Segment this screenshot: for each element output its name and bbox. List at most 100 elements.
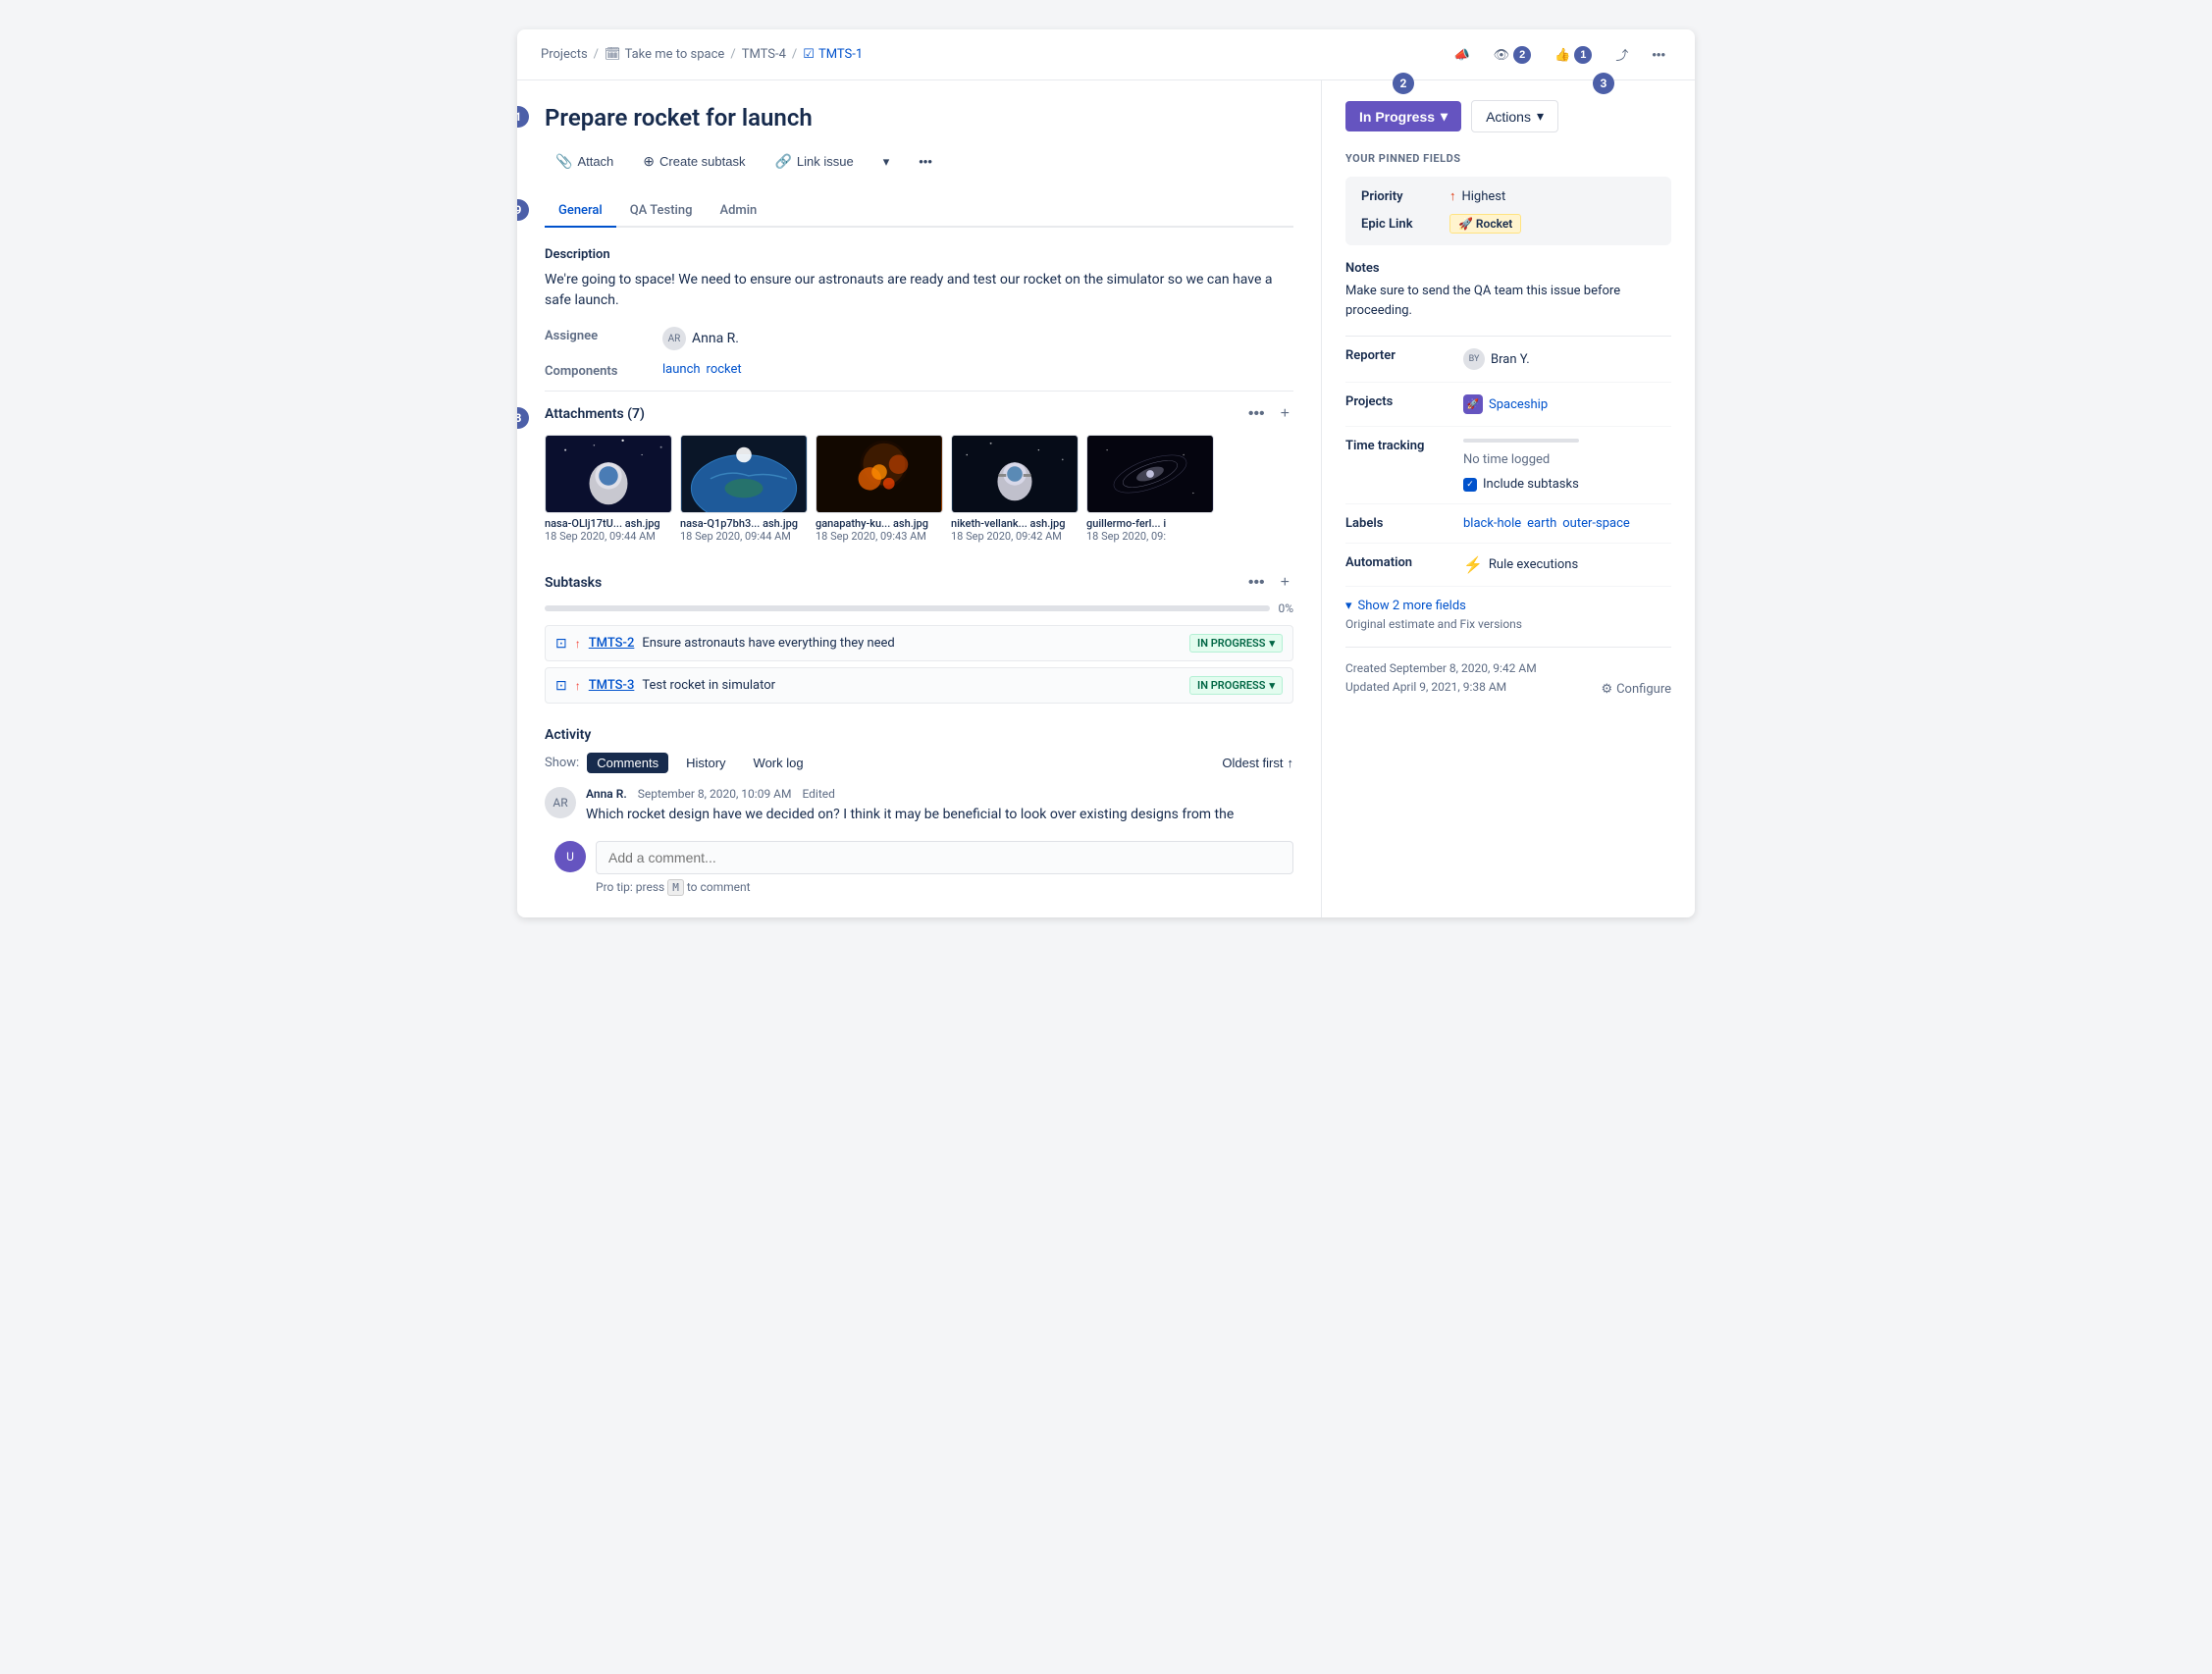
- subtask-row-0[interactable]: ⊡ ↑ TMTS-2 Ensure astronauts have everyt…: [545, 625, 1293, 661]
- attachment-thumb-1: [680, 435, 808, 513]
- subtask-icon: ⊕: [643, 153, 655, 170]
- show-more-label: Show 2 more fields: [1358, 599, 1466, 613]
- attachment-item-3[interactable]: niketh-vellank... ash.jpg 18 Sep 2020, 0…: [951, 435, 1079, 543]
- attachment-item-1[interactable]: nasa-Q1p7bh3... ash.jpg 18 Sep 2020, 09:…: [680, 435, 808, 543]
- attachment-filename-3: niketh-vellank... ash.jpg: [951, 517, 1079, 530]
- chevron-down-icon: ▾: [1269, 637, 1275, 650]
- priority-up-icon: ↑: [1449, 188, 1456, 204]
- main-content: 1 Prepare rocket for launch 📎 Attach ⊕ C…: [517, 80, 1695, 917]
- configure-label: Configure: [1616, 682, 1671, 697]
- attachments-more-button[interactable]: •••: [1244, 403, 1269, 425]
- breadcrumb-parent-id[interactable]: TMTS-4: [742, 47, 786, 62]
- actions-button[interactable]: Actions ▾: [1471, 100, 1558, 132]
- include-subtasks-checkbox[interactable]: ✓: [1463, 478, 1477, 492]
- subtasks-add-button[interactable]: +: [1277, 572, 1293, 594]
- component-rocket[interactable]: rocket: [707, 362, 742, 377]
- comment-avatar: AR: [545, 787, 576, 818]
- subtasks-more-button[interactable]: •••: [1244, 572, 1269, 594]
- label-black-hole[interactable]: black-hole: [1463, 516, 1521, 531]
- annotation-circle-3: 3: [1593, 73, 1614, 94]
- like-icon: 👍: [1554, 47, 1570, 63]
- watch-icon: 👁: [1494, 47, 1510, 63]
- subtask-id-1[interactable]: TMTS-3: [589, 678, 635, 693]
- create-subtask-button[interactable]: ⊕ Create subtask: [632, 147, 756, 176]
- priority-field-row: Priority ↑ Highest: [1361, 188, 1656, 204]
- assignee-name: Anna R.: [692, 331, 739, 346]
- subtask-status-1[interactable]: IN PROGRESS ▾: [1189, 676, 1283, 695]
- status-row: In Progress ▾ Actions ▾: [1345, 100, 1671, 132]
- created-label: Created: [1345, 661, 1390, 675]
- attachment-item-0[interactable]: nasa-OLlj17tU... ash.jpg 18 Sep 2020, 09…: [545, 435, 672, 543]
- epic-field-value: 🚀 Rocket: [1449, 214, 1521, 234]
- comment-author: Anna R.: [586, 787, 627, 801]
- worklog-button[interactable]: Work log: [744, 753, 814, 773]
- toolbar-more-button[interactable]: •••: [908, 148, 943, 175]
- attachment-date-1: 18 Sep 2020, 09:44 AM: [680, 530, 808, 543]
- comments-button[interactable]: Comments: [587, 753, 668, 773]
- attachments-add-button[interactable]: +: [1277, 403, 1293, 425]
- right-panel: 2 3 In Progress ▾ Actions ▾: [1322, 80, 1695, 917]
- sort-button[interactable]: Oldest first ↑: [1222, 756, 1293, 770]
- configure-button[interactable]: ⚙ Configure: [1601, 682, 1671, 697]
- attach-button[interactable]: 📎 Attach: [545, 147, 624, 176]
- subtask-icon-1: ⊡: [555, 678, 567, 694]
- breadcrumb-project-name[interactable]: Take me to space: [625, 47, 725, 62]
- tab-qa-testing[interactable]: QA Testing: [616, 195, 707, 228]
- annotation-circle-9: 9: [517, 199, 529, 221]
- epic-tag[interactable]: 🚀 Rocket: [1449, 214, 1521, 234]
- attachment-item-4[interactable]: guillermo-ferl... i 18 Sep 2020, 09:: [1086, 435, 1214, 543]
- share-button[interactable]: ⤴: [1609, 41, 1634, 68]
- attachment-filename-2: ganapathy-ku... ash.jpg: [816, 517, 943, 530]
- toolbar-dropdown-button[interactable]: ▾: [872, 148, 901, 176]
- attachment-date-4: 18 Sep 2020, 09:: [1086, 530, 1214, 543]
- activity-section: Activity Show: Comments History Work log…: [545, 727, 1293, 894]
- time-tracking-bar: [1463, 439, 1579, 443]
- paperclip-icon: 📎: [555, 153, 572, 170]
- announce-button[interactable]: 📣: [1448, 43, 1475, 67]
- history-button[interactable]: History: [676, 753, 735, 773]
- chevron-down-icon: ▾: [1345, 599, 1352, 613]
- show-label: Show:: [545, 756, 579, 770]
- breadcrumb-issue[interactable]: ☑ TMTS-1: [803, 47, 863, 62]
- watch-button[interactable]: 👁 2: [1488, 42, 1538, 68]
- component-launch[interactable]: launch: [662, 362, 701, 377]
- subtask-status-0[interactable]: IN PROGRESS ▾: [1189, 634, 1283, 653]
- chevron-down-icon: ▾: [1269, 679, 1275, 692]
- more-options-button[interactable]: •••: [1646, 43, 1671, 66]
- breadcrumb-projects[interactable]: Projects: [541, 47, 588, 62]
- breadcrumb-project[interactable]: 🗓 Take me to space: [605, 47, 724, 62]
- comment-input[interactable]: [596, 841, 1293, 874]
- tab-admin[interactable]: Admin: [706, 195, 770, 228]
- attachment-date-0: 18 Sep 2020, 09:44 AM: [545, 530, 672, 543]
- status-button[interactable]: In Progress ▾: [1345, 101, 1461, 131]
- projects-row: Projects 🚀 Spaceship: [1345, 394, 1671, 427]
- annotation-circle-8: 8: [517, 407, 529, 429]
- actions-label: Actions: [1486, 109, 1531, 125]
- comment-edited-label: Edited: [802, 787, 834, 801]
- sort-icon: ↑: [1288, 756, 1294, 770]
- show-more-link[interactable]: ▾ Show 2 more fields: [1345, 599, 1671, 613]
- labels-value: black-hole earth outer-space: [1463, 516, 1630, 531]
- show-more-sub: Original estimate and Fix versions: [1345, 617, 1671, 631]
- time-label: Time tracking: [1345, 439, 1463, 453]
- pinned-fields-label: YOUR PINNED FIELDS: [1345, 152, 1671, 165]
- link-issue-button[interactable]: 🔗 Link issue: [764, 147, 864, 176]
- attachment-item-2[interactable]: ganapathy-ku... ash.jpg 18 Sep 2020, 09:…: [816, 435, 943, 543]
- tab-general[interactable]: General: [545, 195, 616, 228]
- subtask-id-0[interactable]: TMTS-2: [589, 636, 635, 651]
- label-earth[interactable]: earth: [1527, 516, 1556, 531]
- project-link[interactable]: Spaceship: [1489, 397, 1548, 412]
- annotation-circle-1: 1: [517, 106, 529, 128]
- label-outer-space[interactable]: outer-space: [1562, 516, 1630, 531]
- subtask-label: Create subtask: [659, 154, 745, 169]
- activity-header: Activity: [545, 727, 1293, 743]
- updated-label: Updated: [1345, 680, 1393, 694]
- subtask-row-1[interactable]: ⊡ ↑ TMTS-3 Test rocket in simulator IN P…: [545, 667, 1293, 704]
- like-button[interactable]: 👍 1: [1549, 42, 1598, 68]
- breadcrumb-issue-id[interactable]: TMTS-1: [818, 47, 863, 62]
- comment-input-wrapper: Pro tip: press M to comment: [596, 841, 1293, 894]
- breadcrumb-sep3: /: [792, 47, 797, 62]
- attachment-filename-4: guillermo-ferl... i: [1086, 517, 1214, 530]
- top-actions-bar: 📣 👁 2 👍 1 ⤴ •••: [1448, 41, 1671, 68]
- comment-item-0: AR Anna R. September 8, 2020, 10:09 AM E…: [545, 787, 1293, 825]
